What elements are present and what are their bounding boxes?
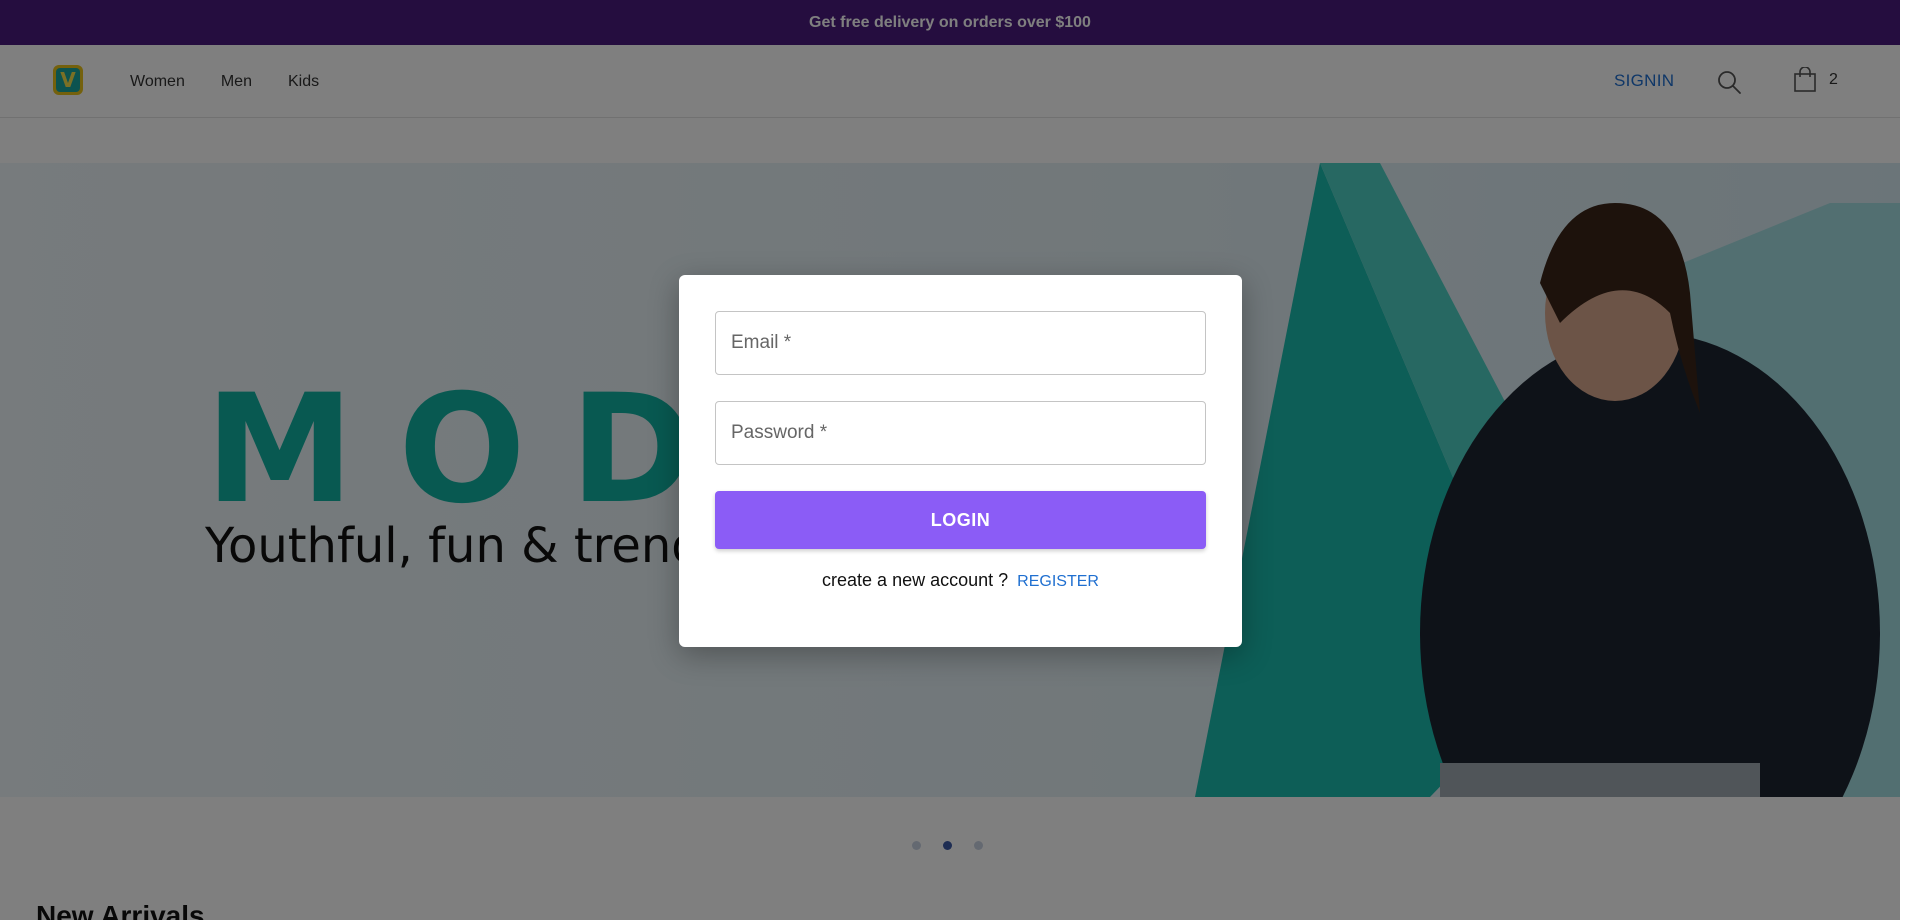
login-button[interactable]: LOGIN [715,491,1206,549]
password-placeholder: Password * [731,422,828,443]
scrollbar[interactable] [1900,0,1920,920]
login-modal: Email * Password * LOGIN create a new ac… [679,275,1242,647]
register-link[interactable]: REGISTER [1017,573,1099,590]
register-prompt: create a new account ? [822,570,1009,590]
email-field[interactable]: Email * [715,311,1206,375]
email-placeholder: Email * [731,332,792,353]
password-field[interactable]: Password * [715,401,1206,465]
register-row: create a new account ? REGISTER [679,570,1242,591]
